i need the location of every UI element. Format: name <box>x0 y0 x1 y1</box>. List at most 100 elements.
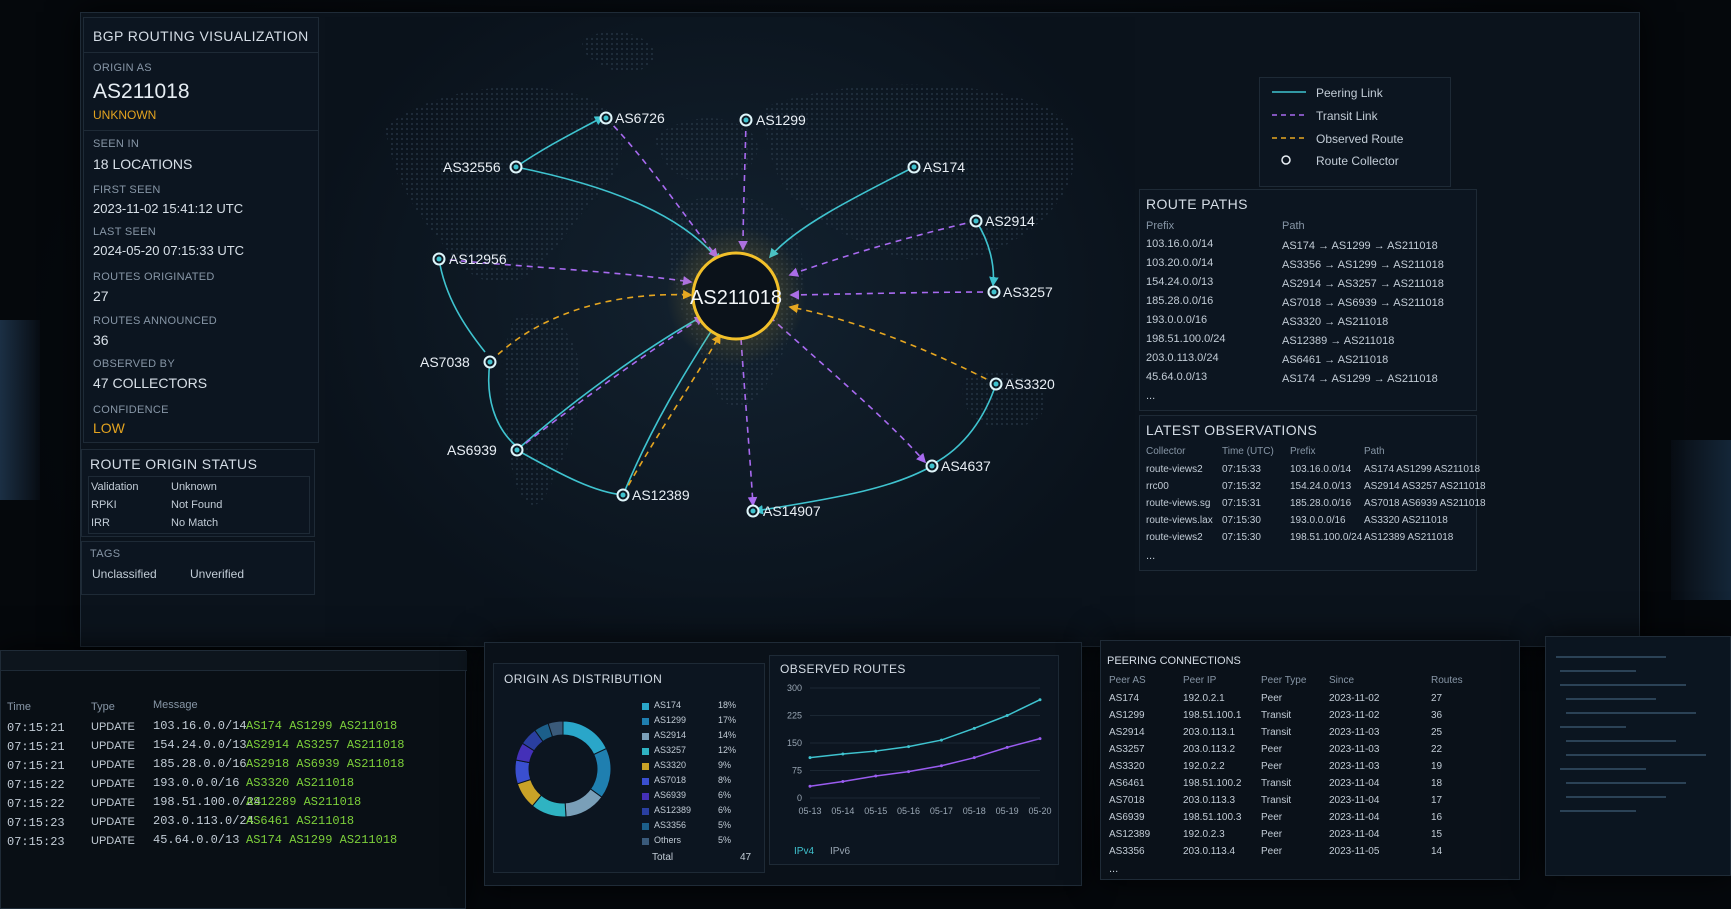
routes-announced-label: ROUTES ANNOUNCED <box>93 315 217 327</box>
series-line-ipv6 <box>809 737 1041 788</box>
log-time: 07:15:21 <box>7 740 65 754</box>
data-point <box>874 749 878 753</box>
x-tick-label: 05-20 <box>1028 806 1051 816</box>
origin-distribution-panel: ORIGIN AS DISTRIBUTION AS174 18% AS1299 17%… <box>493 663 765 873</box>
peering-cell: AS12389 <box>1109 829 1151 840</box>
legend-category: AS3356 <box>654 820 687 830</box>
peering-cell: 203.0.113.1 <box>1183 727 1236 738</box>
peering-cell: Transit <box>1261 778 1292 789</box>
seen-label: SEEN IN <box>93 138 140 150</box>
observation-cell: 07:15:30 <box>1222 515 1261 526</box>
log-time: 07:15:22 <box>7 797 65 811</box>
peering-cell: 2023-11-03 <box>1329 744 1380 755</box>
peering-cell: 198.51.100.1 <box>1183 710 1242 721</box>
col-header: Peer IP <box>1183 675 1217 686</box>
peering-cell: 2023-11-04 <box>1329 812 1380 823</box>
path-cell: AS174 → AS1299 → AS211018 <box>1282 373 1438 385</box>
col-header: Time (UTC) <box>1222 446 1274 457</box>
log-type: UPDATE <box>91 835 135 847</box>
data-point <box>808 756 812 760</box>
log-time: 07:15:23 <box>7 816 65 830</box>
world-map: AS211018 AS6726 AS1299 AS32556 AS174 AS2… <box>325 17 1135 637</box>
legend-category: AS174 <box>654 700 682 710</box>
tag-chip[interactable]: Unverified <box>190 567 244 581</box>
legend-category: AS7018 <box>654 775 687 785</box>
peering-screen: PEERING CONNECTIONS Peer AS Peer IP Peer T… <box>1100 640 1520 880</box>
legend-percent: 12% <box>718 745 737 755</box>
peering-cell: 27 <box>1431 693 1443 704</box>
observation-cell: AS7018 AS6939 AS211018 <box>1364 498 1486 509</box>
node-label: AS174 <box>923 159 965 175</box>
prefix-cell: 45.64.0.0/13 <box>1146 371 1208 383</box>
peering-title: PEERING CONNECTIONS <box>1107 655 1241 667</box>
peering-cell: 192.0.2.1 <box>1183 693 1225 704</box>
y-tick-label: 0 <box>797 793 802 803</box>
ros-value: Not Found <box>171 499 223 511</box>
legend-percent: 14% <box>718 730 737 740</box>
legend-percent: 9% <box>718 760 732 770</box>
more-indicator: ... <box>1146 550 1156 562</box>
peering-cell: 2023-11-03 <box>1329 761 1380 772</box>
observation-cell: AS2914 AS3257 AS211018 <box>1364 481 1486 492</box>
col-header: Prefix <box>1290 446 1316 457</box>
node-label: AS12956 <box>449 251 507 267</box>
peering-cell: AS6461 <box>1109 778 1145 789</box>
tags-panel: TAGS Unclassified Unverified <box>81 541 315 595</box>
legend-swatch <box>642 823 649 830</box>
data-point <box>841 752 845 756</box>
donut-slice <box>589 747 612 798</box>
observation-cell: AS3320 AS211018 <box>1364 515 1448 526</box>
node-label: AS14907 <box>763 503 821 519</box>
observation-cell: 07:15:32 <box>1222 481 1261 492</box>
series-legend: IPv4 <box>794 846 815 857</box>
latest-title: LATEST OBSERVATIONS <box>1146 422 1318 438</box>
observation-cell: rrc00 <box>1146 481 1169 492</box>
more-indicator: ... <box>1109 863 1119 875</box>
peering-cell: 192.0.2.2 <box>1183 761 1225 772</box>
routes-originated-label: ROUTES ORIGINATED <box>93 271 215 283</box>
log-path: AS2918 AS6939 AS211018 <box>246 757 405 771</box>
peering-cell: AS3356 <box>1109 846 1145 857</box>
prefix-cell: 103.16.0.0/14 <box>1146 238 1214 250</box>
observation-cell: 154.24.0.0/13 <box>1290 481 1352 492</box>
x-tick-label: 05-19 <box>996 806 1019 816</box>
peering-cell: Peer <box>1261 761 1283 772</box>
tag-chip[interactable]: Unclassified <box>92 567 157 581</box>
y-tick-label: 150 <box>787 738 802 748</box>
log-type: UPDATE <box>91 797 135 809</box>
data-point <box>1005 714 1009 717</box>
data-point <box>1038 737 1042 741</box>
confidence-value: LOW <box>93 420 125 436</box>
log-path: AS174 AS1299 AS211018 <box>246 719 398 733</box>
node-label: AS3320 <box>1005 376 1055 392</box>
routes-announced-value: 36 <box>93 332 109 348</box>
observed-by-value: 47 COLLECTORS <box>93 375 208 391</box>
ambient-light-left <box>0 320 40 500</box>
path-cell: AS12389 → AS211018 <box>1282 335 1395 347</box>
peering-cell: 22 <box>1431 744 1443 755</box>
peering-cell: 198.51.100.2 <box>1183 778 1242 789</box>
panel-title: BGP ROUTING VISUALIZATION <box>93 28 309 44</box>
peering-cell: 15 <box>1431 829 1443 840</box>
observed-routes-chart: 0 75 150 225 300 05-13 05-14 05-15 05-16 05-17 05-… <box>787 683 1052 816</box>
peering-cell: Transit <box>1261 795 1292 806</box>
node-label: AS7038 <box>420 354 470 370</box>
log-path: AS174 AS1299 AS211018 <box>246 833 398 847</box>
center-as-label: AS211018 <box>690 287 782 309</box>
legend-percent: 8% <box>718 775 732 785</box>
legend-percent: 18% <box>718 700 737 710</box>
observation-cell: AS174 AS1299 AS211018 <box>1364 464 1481 475</box>
prefix-cell: 198.51.100.0/24 <box>1146 333 1226 345</box>
series-line-ipv4 <box>809 699 1041 759</box>
main-display: BGP ROUTING VISUALIZATION ORIGIN AS AS21… <box>80 12 1640 647</box>
ros-key: Validation <box>91 481 139 493</box>
y-tick-label: 225 <box>787 711 802 721</box>
log-prefix: 45.64.0.0/13 <box>153 833 240 847</box>
log-path: AS12289 AS211018 <box>246 795 362 809</box>
data-point <box>907 745 911 749</box>
data-point <box>841 780 845 783</box>
latest-observations-panel: LATEST OBSERVATIONS Collector Time (UTC)… <box>1139 415 1486 571</box>
y-tick-label: 300 <box>787 683 802 693</box>
node-label: AS32556 <box>443 159 501 175</box>
donut-slice <box>514 759 532 785</box>
